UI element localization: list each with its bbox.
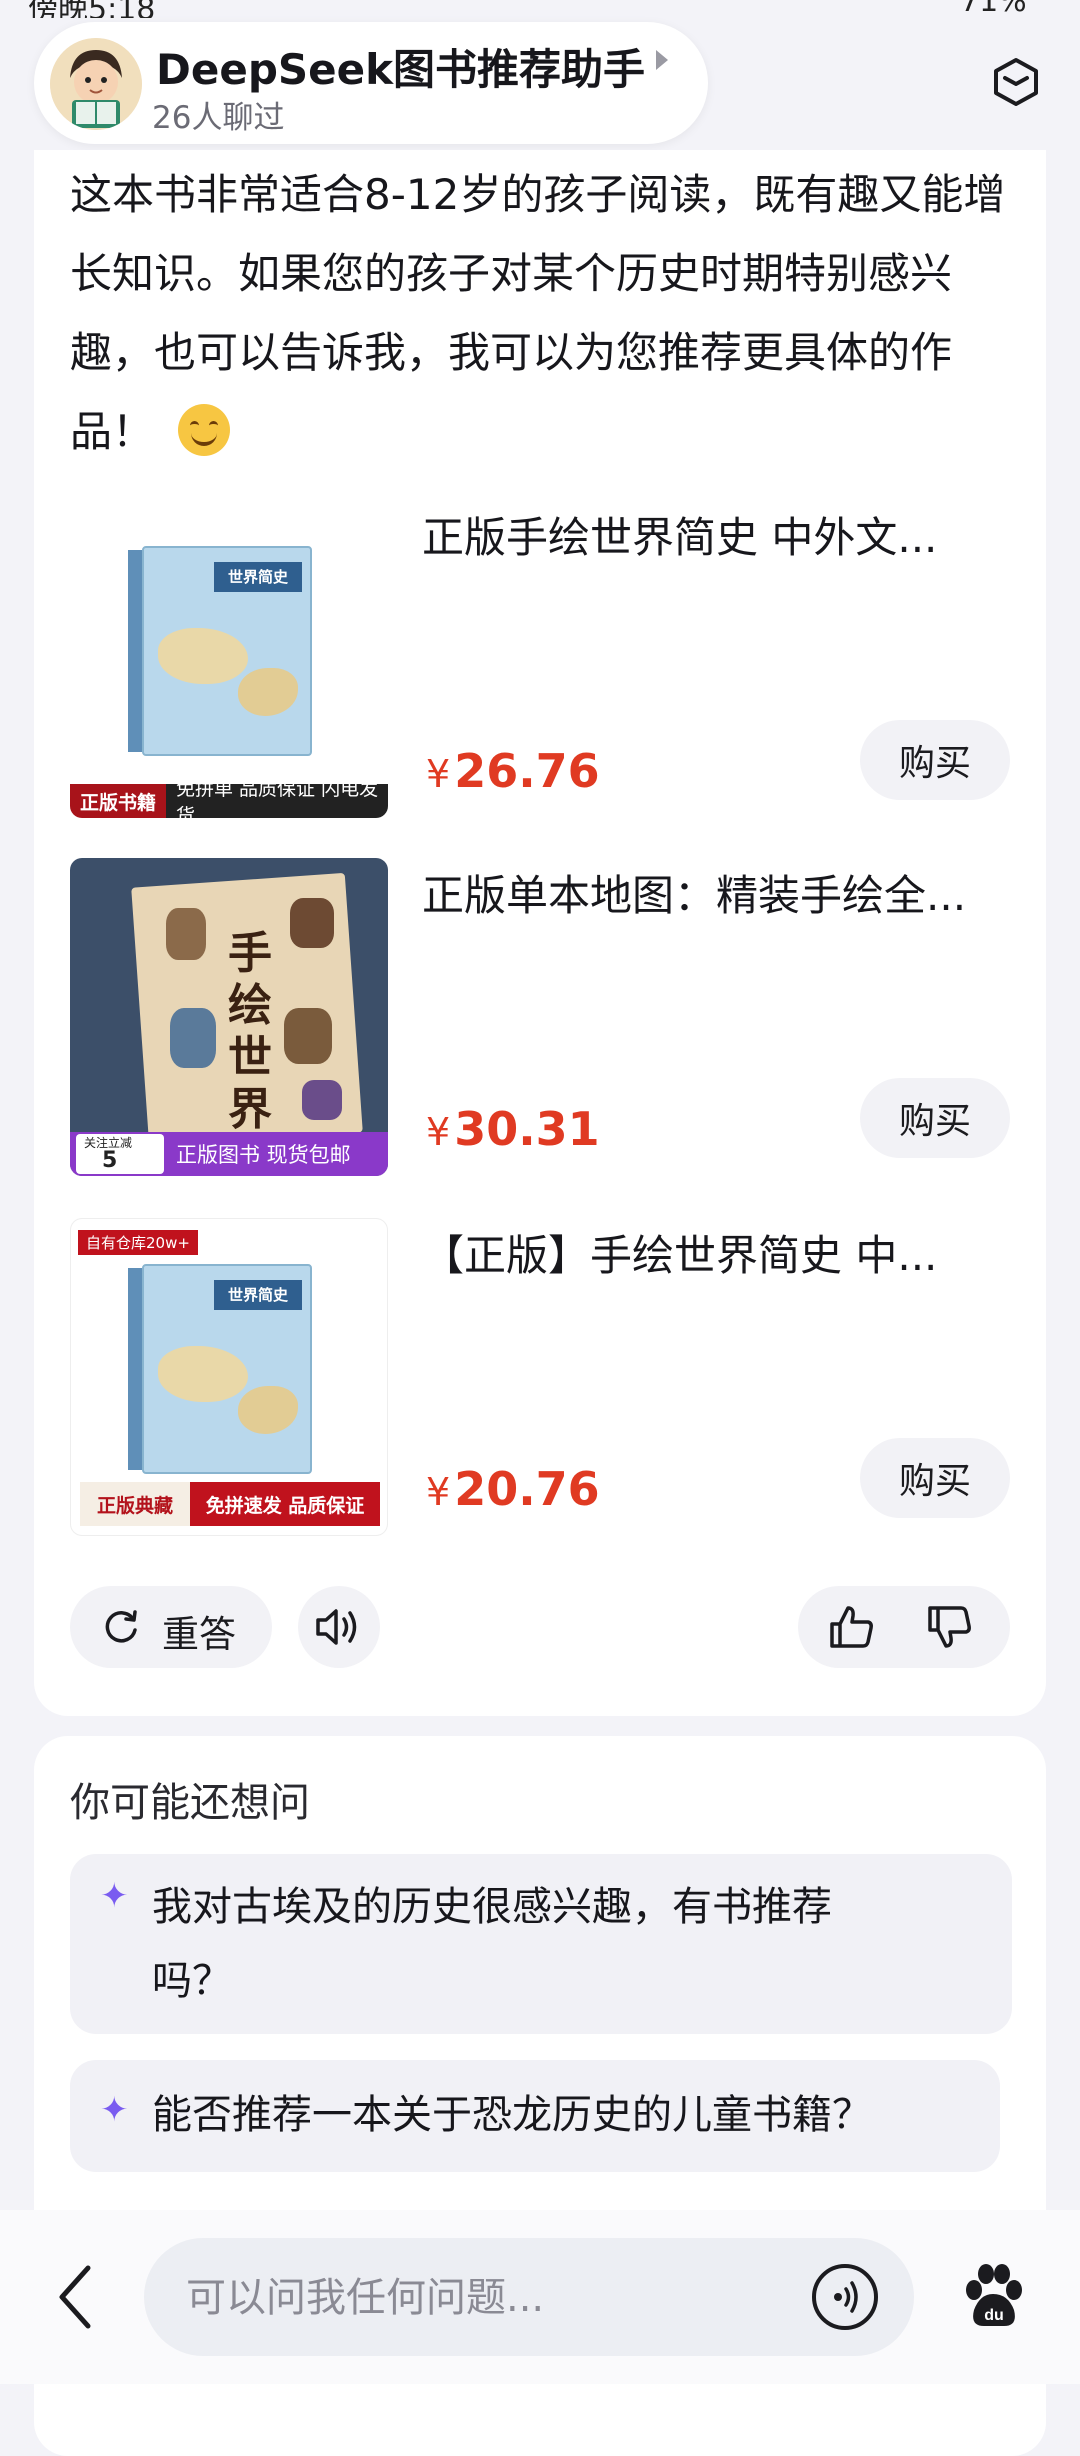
suggestion-chip[interactable]: ✦ 能否推荐一本关于恐龙历史的儿童书籍？ (70, 2060, 1000, 2172)
answer-actions: 重答 (70, 1586, 1010, 1668)
promo-left: 正版书籍 (70, 784, 167, 818)
currency-symbol: ¥ (426, 1470, 451, 1514)
price-value: 20.76 (454, 1462, 600, 1516)
thumbs-up-icon[interactable] (828, 1604, 876, 1650)
follow-tag: 关注立减 5 (76, 1134, 164, 1174)
speaker-button[interactable] (298, 1586, 380, 1668)
promo-strip: 关注立减 5 正版图书 现货包邮 (70, 1132, 388, 1176)
product-card[interactable]: 自有仓库20w+ 世界简史 正版典藏 免拼速发 品质保证 【正版】手绘世界简史 … (70, 1218, 1010, 1538)
chat-header: DeepSeek图书推荐助手 26人聊过 (0, 0, 1080, 150)
product-image[interactable]: 手绘世界历史地 关注立减5 正版图书 现货包邮 (70, 858, 388, 1176)
promo-right: 免拼速发 品质保证 (190, 1482, 380, 1526)
promo-left: 正版典藏 (80, 1482, 190, 1526)
stock-tag: 自有仓库20w+ (78, 1230, 198, 1255)
price-value: 30.31 (454, 1102, 600, 1156)
answer-text: 这本书非常适合8-12岁的孩子阅读，既有趣又能增长知识。如果您的孩子对某个历史时… (70, 155, 1010, 471)
suggestion-line: 我对古埃及的历史很感兴趣，有书推荐 (152, 1884, 832, 1930)
baidu-paw-button[interactable]: du (958, 2262, 1028, 2332)
product-title[interactable]: 正版单本地图：精装手绘全... (422, 862, 1012, 923)
message-input-box[interactable] (144, 2238, 914, 2358)
regenerate-label: 重答 (162, 1613, 236, 1656)
voice-wave-icon (834, 2281, 858, 2313)
cover-title: 世界简史 (214, 562, 302, 592)
back-arrow-icon (59, 2265, 91, 2329)
feedback-pill (798, 1586, 1010, 1668)
sparkle-icon: ✦ (100, 1876, 129, 1916)
bot-title[interactable]: DeepSeek图书推荐助手 (156, 36, 645, 97)
member-count: 26人聊过 (152, 100, 285, 136)
caret-right-icon[interactable] (656, 50, 668, 70)
product-price: ¥30.31 (426, 1102, 600, 1156)
bot-avatar[interactable] (50, 38, 142, 130)
promo-strip: 正版典藏 免拼速发 品质保证 (80, 1482, 380, 1526)
product-title[interactable]: 【正版】手绘世界简史 中... (422, 1222, 1012, 1283)
buy-button[interactable]: 购买 (860, 1078, 1010, 1158)
regenerate-button[interactable]: 重答 (70, 1586, 272, 1668)
baidu-paw-icon: du (966, 2264, 1022, 2326)
product-price: ¥20.76 (426, 1462, 600, 1516)
buy-button[interactable]: 购买 (860, 720, 1010, 800)
promo-right: 免拼单 品质保证 闪电发货 (166, 778, 388, 818)
suggestion-line: 能否推荐一本关于恐龙历史的儿童书籍？ (152, 2092, 872, 2138)
price-value: 26.76 (454, 744, 600, 798)
cube-icon[interactable] (990, 56, 1042, 108)
buy-button[interactable]: 购买 (860, 1438, 1010, 1518)
thumbs-down-icon[interactable] (926, 1604, 974, 1650)
speaker-icon (316, 1609, 357, 1645)
product-image[interactable]: 世界简史 正版书籍 免拼单 品质保证 闪电发货 (70, 500, 388, 818)
product-title[interactable]: 正版手绘世界简史 中外文... (422, 504, 1012, 565)
svg-text:du: du (984, 2307, 1004, 2324)
suggestion-chip[interactable]: ✦ 我对古埃及的历史很感兴趣，有书推荐 吗？ (70, 1854, 1012, 2034)
suggestion-line: 吗？ (152, 1958, 232, 2004)
promo-strip: 正版书籍 免拼单 品质保证 闪电发货 (70, 778, 388, 818)
refresh-icon (105, 1610, 137, 1643)
product-card[interactable]: 世界简史 正版书籍 免拼单 品质保证 闪电发货 正版手绘世界简史 中外文... … (70, 500, 1010, 820)
voice-button[interactable] (812, 2264, 878, 2330)
currency-symbol: ¥ (426, 1110, 451, 1154)
cover-title: 世界简史 (214, 1280, 302, 1310)
product-price: ¥26.76 (426, 744, 600, 798)
suggestions-title: 你可能还想问 (70, 1780, 310, 1826)
message-input[interactable] (184, 2238, 788, 2358)
sparkle-icon: ✦ (100, 2090, 129, 2130)
follow-value: 5 (102, 1148, 118, 1173)
promo-text: 正版图书 现货包邮 (176, 1143, 351, 1167)
smile-emoji-icon (178, 404, 231, 456)
product-card[interactable]: 手绘世界历史地 关注立减5 正版图书 现货包邮 正版单本地图：精装手绘全... … (70, 858, 1010, 1178)
product-image[interactable]: 自有仓库20w+ 世界简史 正版典藏 免拼速发 品质保证 (70, 1218, 388, 1536)
currency-symbol: ¥ (426, 752, 451, 796)
back-button[interactable] (52, 2262, 102, 2332)
